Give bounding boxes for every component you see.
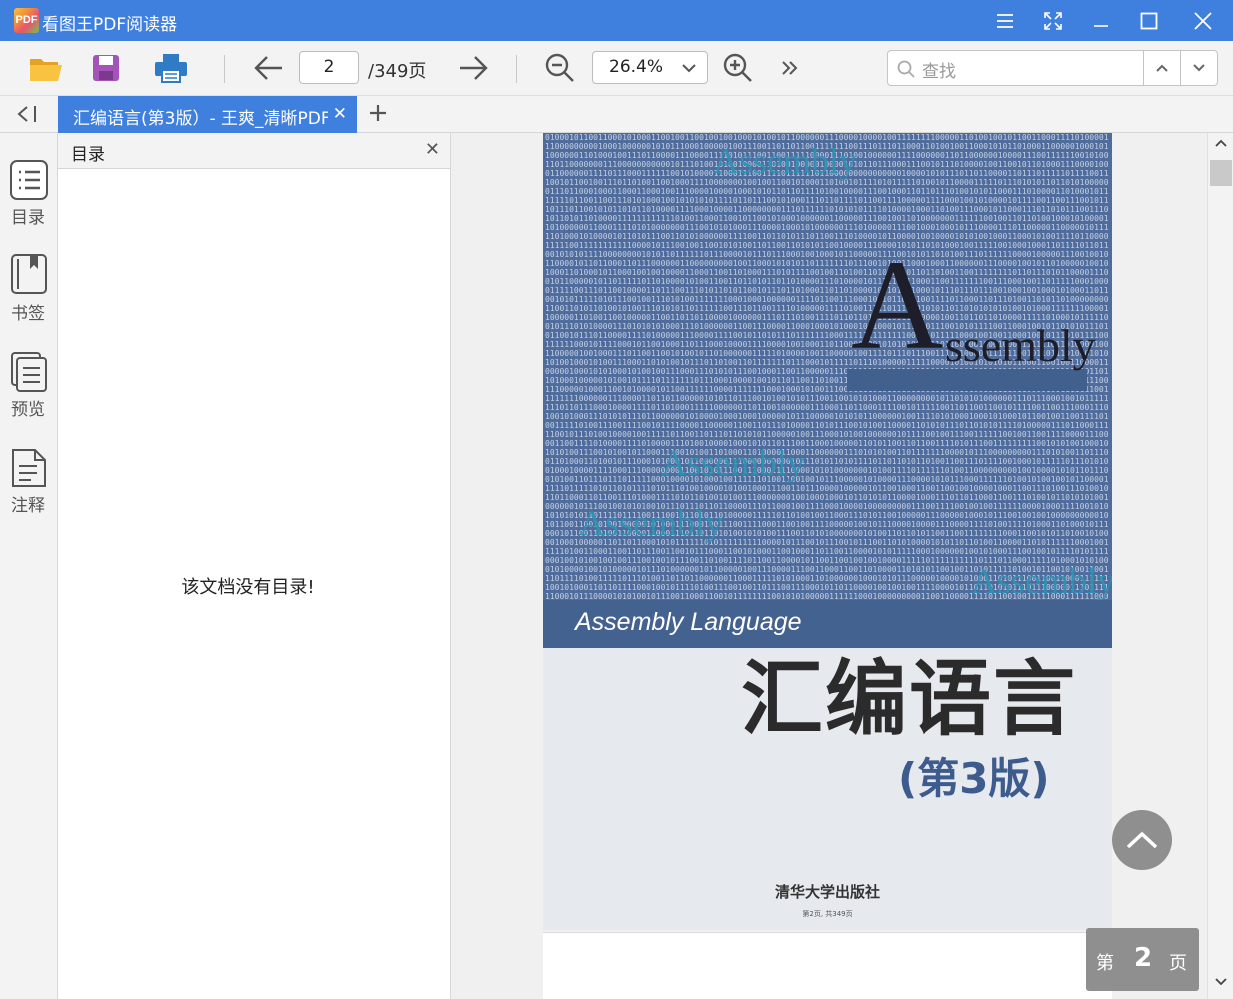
sidebar-item-preview[interactable]: 预览 xyxy=(0,349,58,429)
zoom-out-button[interactable] xyxy=(541,51,579,85)
zoom-in-button[interactable] xyxy=(719,51,757,85)
sidebar-item-toc[interactable]: 目录 xyxy=(0,159,58,239)
chevron-down-icon xyxy=(1193,64,1205,72)
watermark-word: Assembly xyxy=(971,561,1112,601)
tab-close-icon[interactable]: ✕ xyxy=(333,104,347,124)
menu-button[interactable] xyxy=(982,0,1028,41)
collapse-left-icon xyxy=(17,106,36,122)
page-indicator: 第 2 页 xyxy=(1086,928,1199,991)
maximize-icon xyxy=(1140,12,1158,29)
cover-chinese-title: 汇编语言 xyxy=(741,652,1078,747)
folder-icon xyxy=(30,59,62,81)
search-icon xyxy=(897,60,915,78)
page-indicator-number: 2 xyxy=(1134,943,1153,973)
empty-toc-message: 该文档没有目录! xyxy=(181,577,315,598)
double-chevron-right-icon xyxy=(782,61,798,75)
vertical-scrollbar[interactable] xyxy=(1207,133,1233,999)
chevron-up-icon xyxy=(1156,64,1168,72)
cover-edition: (第3版) xyxy=(898,754,1050,803)
zoom-out-icon xyxy=(545,53,574,82)
search-next-button[interactable] xyxy=(1180,51,1217,85)
toc-panel: 目录 ✕ 该文档没有目录! xyxy=(58,133,451,999)
page-number-input[interactable]: 2 xyxy=(299,51,359,84)
title-bar: PDF 看图王PDF阅读器 xyxy=(0,0,1233,41)
save-icon xyxy=(93,55,119,81)
chevron-down-icon xyxy=(1215,978,1227,986)
collapse-sidebar-button[interactable] xyxy=(14,104,40,128)
hamburger-icon xyxy=(997,13,1013,28)
cover-english-title: Assembly Language xyxy=(575,608,802,636)
close-icon xyxy=(1194,11,1212,30)
cover-publisher: 清华大学出版社 xyxy=(774,883,880,901)
tab-bar: 汇编语言(第3版）- 王爽_清晰PDF ✕ xyxy=(0,96,1233,133)
maximize-button[interactable] xyxy=(1126,0,1172,41)
sidebar-item-annotations[interactable]: 注释 xyxy=(0,445,58,525)
watermark-word: Assembly xyxy=(713,141,857,181)
watermark-word: Assembly xyxy=(579,503,723,543)
more-tools-button[interactable] xyxy=(770,51,808,85)
zoom-value: 26.4% xyxy=(609,57,664,77)
toolbar: 2 /349页 26.4% 查找 xyxy=(0,41,1233,96)
scroll-up-button[interactable] xyxy=(1208,137,1233,157)
scroll-down-button[interactable] xyxy=(1208,976,1233,996)
pages-icon xyxy=(11,352,47,392)
bookmark-icon xyxy=(11,254,47,294)
sidebar-rail: 目录 书签 预览 注释 xyxy=(0,133,58,999)
scrollbar-thumb[interactable] xyxy=(1210,160,1232,186)
printer-icon xyxy=(155,54,187,83)
panel-header: 目录 ✕ xyxy=(58,133,450,169)
close-window-button[interactable] xyxy=(1180,0,1226,41)
chevron-down-icon xyxy=(682,64,696,73)
tab-title: 汇编语言(第3版）- 王爽_清晰PDF xyxy=(73,109,328,129)
annotation-icon xyxy=(12,449,46,487)
pdf-next-page xyxy=(543,932,1112,999)
toolbar-divider xyxy=(516,55,517,83)
arrow-right-icon xyxy=(460,56,488,80)
sidebar-item-label: 书签 xyxy=(11,304,45,324)
cover-big-word: ssembly xyxy=(945,320,1096,371)
sidebar-item-label: 预览 xyxy=(11,400,45,420)
minimize-button[interactable] xyxy=(1078,0,1124,41)
cover-image: 0100010110011000101000110010011001001001… xyxy=(543,133,1112,648)
panel-title: 目录 xyxy=(71,145,105,165)
page-indicator-prefix: 第 xyxy=(1096,953,1114,974)
cover-big-letter: A xyxy=(851,234,944,376)
page-total-label: /349页 xyxy=(368,61,427,82)
sidebar-item-label: 注释 xyxy=(11,496,45,516)
new-tab-button[interactable] xyxy=(369,104,387,126)
next-page-button[interactable] xyxy=(454,51,492,85)
list-icon xyxy=(10,160,48,200)
cover-band: Assembly Language xyxy=(543,600,1112,648)
expand-icon xyxy=(1044,11,1062,30)
pdf-page: 0100010110011000101000110010011001001001… xyxy=(543,133,1112,930)
search-box: 查找 xyxy=(887,50,1218,86)
app-logo: PDF xyxy=(14,8,39,33)
search-input[interactable]: 查找 xyxy=(922,57,956,82)
plus-icon xyxy=(370,105,386,121)
sidebar-item-bookmarks[interactable]: 书签 xyxy=(0,253,58,333)
open-file-button[interactable] xyxy=(27,51,65,85)
fullscreen-button[interactable] xyxy=(1030,0,1076,41)
previous-page-button[interactable] xyxy=(250,51,288,85)
app-title: 看图王PDF阅读器 xyxy=(42,15,178,35)
toolbar-divider xyxy=(224,55,225,83)
watermark-word: Assembly xyxy=(661,443,805,483)
arrow-left-icon xyxy=(254,56,282,80)
save-button[interactable] xyxy=(87,51,125,85)
panel-close-icon[interactable]: ✕ xyxy=(425,139,440,160)
search-previous-button[interactable] xyxy=(1143,51,1180,85)
minimize-icon xyxy=(1094,24,1108,27)
tab-document[interactable]: 汇编语言(第3版）- 王爽_清晰PDF ✕ xyxy=(58,96,357,133)
document-viewer[interactable]: 0100010110011000101000110010011001001001… xyxy=(451,133,1207,999)
zoom-in-icon xyxy=(723,53,752,82)
print-button[interactable] xyxy=(152,51,190,85)
page-indicator-suffix: 页 xyxy=(1169,953,1187,974)
chevron-up-icon xyxy=(1126,831,1158,849)
zoom-select[interactable]: 26.4% xyxy=(592,51,708,84)
back-to-top-button[interactable] xyxy=(1112,810,1172,870)
chevron-up-icon xyxy=(1215,139,1227,147)
page-footer: 第2页, 共349页 xyxy=(802,910,853,918)
sidebar-item-label: 目录 xyxy=(11,208,45,228)
